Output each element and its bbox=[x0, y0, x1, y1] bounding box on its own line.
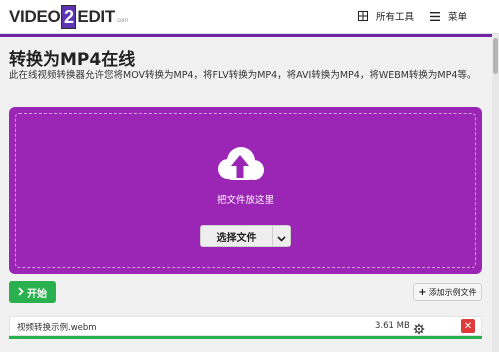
add-sample-file-button[interactable]: + 添加示例文件 bbox=[413, 283, 482, 301]
file-size: 3.61 MB bbox=[375, 321, 410, 331]
choose-file-button[interactable]: 选择文件 bbox=[200, 225, 272, 247]
accent-strip bbox=[0, 34, 492, 37]
plus-icon: + bbox=[418, 286, 427, 298]
file-name: 视频转换示例.webm bbox=[17, 323, 97, 333]
settings-icon[interactable] bbox=[413, 320, 425, 335]
page-title: 转换为MP4在线 bbox=[9, 50, 136, 70]
chevron-right-icon bbox=[18, 286, 24, 299]
scrollbar-thumb[interactable] bbox=[493, 38, 498, 74]
page-scrollbar[interactable] bbox=[492, 34, 499, 352]
upload-progress-bar bbox=[9, 336, 482, 339]
logo-badge: 2 bbox=[61, 5, 77, 29]
menu-label: 菜单 bbox=[448, 12, 468, 23]
grid-icon bbox=[356, 9, 370, 23]
file-list-item: 视频转换示例.webm 3.61 MB ✕ bbox=[9, 316, 482, 336]
logo-suffix: .com bbox=[115, 18, 128, 24]
add-sample-file-label: 添加示例文件 bbox=[428, 287, 477, 297]
top-navigation-bar: VIDEO 2 EDIT .com 所有工具 菜单 bbox=[0, 0, 499, 34]
chevron-down-icon bbox=[277, 227, 286, 246]
logo-text-right: EDIT bbox=[77, 7, 115, 26]
choose-source-dropdown[interactable] bbox=[272, 225, 291, 247]
menu-button[interactable]: 菜单 bbox=[428, 9, 467, 23]
hamburger-icon bbox=[428, 9, 442, 23]
video2edit-logo[interactable]: VIDEO 2 EDIT .com bbox=[9, 5, 128, 29]
start-button[interactable]: 开始 bbox=[9, 281, 56, 303]
all-tools-button[interactable]: 所有工具 bbox=[356, 9, 414, 23]
drop-here-label: 把文件放这里 bbox=[216, 195, 274, 206]
file-drop-zone[interactable] bbox=[9, 107, 482, 274]
cloud-upload-icon bbox=[218, 147, 264, 180]
logo-text-left: VIDEO bbox=[9, 7, 61, 26]
start-button-label: 开始 bbox=[27, 288, 47, 300]
close-icon[interactable]: ✕ bbox=[461, 319, 475, 333]
upload-progress-fill bbox=[9, 336, 482, 339]
all-tools-label: 所有工具 bbox=[376, 12, 415, 23]
page-description: 此在线视频转换器允许您将MOV转换为MP4，将FLV转换为MP4，将AVI转换为… bbox=[9, 70, 477, 81]
